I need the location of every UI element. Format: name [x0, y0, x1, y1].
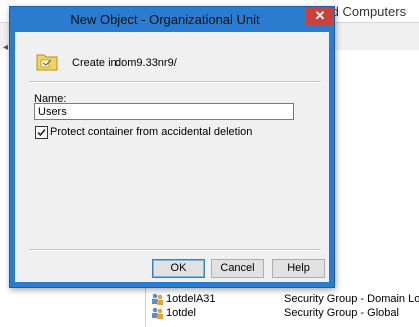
list-item-type: Security Group - Domain Local [284, 293, 419, 305]
protect-checkbox[interactable] [35, 126, 48, 139]
name-field[interactable] [34, 103, 294, 120]
close-icon: ✕ [314, 8, 326, 23]
list-item-name: 1otdel [166, 307, 196, 319]
collapse-arrow-icon[interactable]: ◂ [3, 42, 8, 53]
list-item[interactable]: 1otdel Security Group - Global [146, 306, 419, 321]
checkmark-icon [37, 128, 46, 137]
help-button[interactable]: Help [272, 259, 325, 278]
divider [29, 249, 321, 251]
close-button[interactable]: ✕ [306, 7, 334, 25]
list-item[interactable]: 1otdelA31 Security Group - Domain Local [146, 292, 419, 307]
create-in-value: dom9.33nr9/ [115, 57, 177, 69]
group-icon [152, 307, 163, 319]
list-item-type: Security Group - Global [284, 307, 399, 319]
divider [29, 81, 321, 83]
ok-button[interactable]: OK [152, 259, 205, 278]
protect-label[interactable]: Protect container from accidental deleti… [50, 126, 252, 138]
dialog-title: New Object - Organizational Unit [70, 12, 260, 27]
dialog-body: Create in: dom9.33nr9/ Name: Protect con… [15, 32, 329, 282]
group-icon [152, 293, 163, 305]
list-item-name: 1otdelA31 [166, 293, 216, 305]
folder-icon [36, 54, 58, 71]
create-in-label: Create in: [72, 57, 120, 69]
new-ou-dialog: New Object - Organizational Unit ✕ Creat… [9, 6, 335, 288]
cancel-button[interactable]: Cancel [211, 259, 264, 278]
